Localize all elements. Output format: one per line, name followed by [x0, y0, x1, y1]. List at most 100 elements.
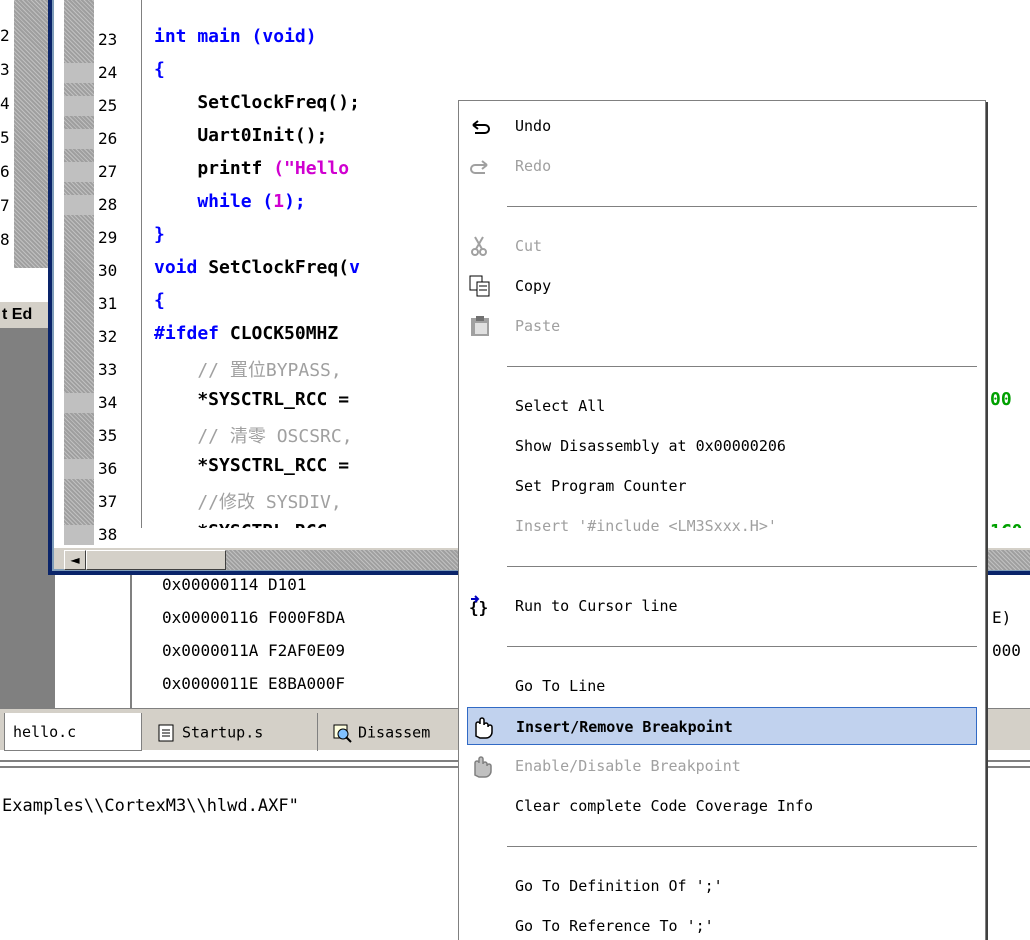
menu-item-clear-complete-code-coverage-info[interactable]: Clear complete Code Coverage Info — [467, 787, 977, 825]
background-line-number: 3 — [0, 60, 10, 79]
code-line[interactable]: while (1); — [154, 191, 305, 212]
code-token: void — [154, 257, 209, 278]
code-line[interactable]: *SYSCTRL RCC = — [154, 521, 360, 528]
background-window-tab[interactable]: t Ed — [0, 300, 55, 328]
menu-item-insert-remove-breakpoint[interactable]: Insert/Remove Breakpoint — [467, 707, 977, 745]
scroll-thumb[interactable] — [86, 550, 226, 570]
code-token: *SYSCTRL_RCC = — [154, 455, 360, 476]
code-line[interactable]: *SYSCTRL_RCC = — [154, 455, 360, 476]
code-line[interactable]: printf ("Hello — [154, 158, 360, 179]
menu-item-label: Clear complete Code Coverage Info — [515, 797, 814, 815]
disassembly-address: 0x0000011A — [162, 641, 259, 660]
code-line[interactable]: } — [154, 224, 165, 245]
code-line[interactable]: #ifdef CLOCK50MHZ — [154, 323, 338, 344]
code-line[interactable]: //修改 SYSDIV, — [154, 488, 353, 514]
menu-item-show-disassembly-at-0x00000206[interactable]: Show Disassembly at 0x00000206 — [467, 427, 977, 465]
menu-item-copy[interactable]: Copy — [467, 267, 977, 305]
background-window-border — [0, 268, 48, 302]
disassembly-line[interactable]: 0x00000114 D101 — [162, 575, 307, 594]
menu-item-label: Copy — [515, 277, 552, 295]
menu-item-undo[interactable]: Undo — [467, 107, 977, 145]
background-line-number: 8 — [0, 230, 10, 249]
arrow-left-icon: ◄ — [70, 553, 80, 567]
code-token: ( — [251, 26, 263, 47]
menu-item-label: Go To Line — [515, 677, 606, 695]
code-token: SetClockFreq(); — [154, 92, 360, 113]
menu-item-select-all[interactable]: Select All — [467, 387, 977, 425]
line-number: 30 — [98, 261, 118, 280]
code-line[interactable]: int main (void) — [154, 26, 317, 47]
disassembly-line[interactable]: 0x00000116 F000F8DA — [162, 608, 345, 627]
background-gutter — [14, 0, 48, 268]
coverage-marker — [64, 393, 94, 413]
menu-item-label: Run to Cursor line — [515, 597, 678, 615]
disassembly-address: 0x0000011E — [162, 674, 259, 693]
code-fragment: 1C0 — [990, 521, 1023, 528]
code-token: Uart0Init(); — [154, 125, 328, 146]
code-token: ("Hello — [273, 158, 360, 179]
code-token: #ifdef — [154, 323, 230, 344]
hand-icon — [468, 714, 494, 740]
menu-item-label: Show Disassembly at 0x00000206 — [515, 437, 786, 455]
line-number: 27 — [98, 162, 118, 181]
clipboard-icon — [467, 313, 493, 339]
code-token: //修改 SYSDIV, — [154, 492, 353, 513]
menu-item-label: Redo — [515, 157, 552, 175]
coverage-marker — [64, 162, 94, 182]
disassembly-address: 0x00000116 — [162, 608, 259, 627]
breakpoint-gutter[interactable] — [64, 0, 94, 545]
menu-item-run-to-cursor-line[interactable]: {} Run to Cursor line — [467, 587, 977, 625]
code-line[interactable]: { — [154, 59, 165, 80]
menu-separator — [507, 206, 977, 208]
redo-icon — [467, 153, 493, 179]
menu-item-label: Go To Definition Of ';' — [515, 877, 723, 895]
disassembly-opcode: F000F8DA — [267, 608, 346, 627]
menu-item-go-to-reference-to[interactable]: Go To Reference To ';' — [467, 907, 977, 940]
code-line[interactable]: SetClockFreq(); — [154, 92, 360, 113]
menu-item-label: Insert/Remove Breakpoint — [516, 718, 733, 736]
context-menu: Undo Redo Cut Copy Paste Select All Show Disas… — [458, 100, 986, 940]
line-number: 28 — [98, 195, 118, 214]
menu-item-go-to-line[interactable]: Go To Line — [467, 667, 977, 705]
disassembly-line[interactable]: 0x0000011E E8BA000F — [162, 674, 345, 693]
menu-item-cut[interactable]: Cut — [467, 227, 977, 265]
tab-startup-s[interactable]: Startup.s — [148, 713, 318, 751]
code-line[interactable]: // 置位BYPASS, — [154, 356, 353, 382]
disassembly-line[interactable]: 0x0000011A F2AF0E09 — [162, 641, 345, 660]
menu-item-paste[interactable]: Paste — [467, 307, 977, 345]
code-token: ) — [305, 26, 317, 47]
tab-disassembly[interactable]: Disassem — [324, 713, 464, 751]
coverage-marker — [64, 525, 94, 545]
copy-icon — [467, 273, 493, 299]
line-number: 26 — [98, 129, 118, 148]
scroll-left-button[interactable]: ◄ — [64, 550, 86, 570]
code-line[interactable]: { — [154, 290, 165, 311]
scissors-icon — [467, 233, 493, 259]
menu-item-enable-disable-breakpoint[interactable]: Enable/Disable Breakpoint — [467, 747, 977, 785]
tab-label: hello.c — [13, 723, 77, 741]
menu-item-go-to-definition-of[interactable]: Go To Definition Of ';' — [467, 867, 977, 905]
line-number: 31 — [98, 294, 118, 313]
line-number: 29 — [98, 228, 118, 247]
menu-item-label: Set Program Counter — [515, 477, 687, 495]
line-number: 38 — [98, 525, 118, 544]
undo-icon — [467, 113, 493, 139]
code-token: SetClockFreq( — [208, 257, 350, 278]
code-line[interactable]: void SetClockFreq(v — [154, 257, 360, 278]
tab-hello-c[interactable]: hello.c — [4, 713, 142, 751]
line-number: 32 — [98, 327, 118, 346]
menu-separator — [507, 566, 977, 568]
code-line[interactable]: *SYSCTRL_RCC = — [154, 389, 360, 410]
menu-item-redo[interactable]: Redo — [467, 147, 977, 185]
code-token: { — [154, 290, 165, 311]
menu-separator — [507, 846, 977, 848]
line-number: 36 — [98, 459, 118, 478]
code-line[interactable]: // 清零 OSCSRC, — [154, 422, 352, 448]
menu-item-set-program-counter[interactable]: Set Program Counter — [467, 467, 977, 505]
menu-item-insert-include-lm3sxxx-h[interactable]: Insert '#include <LM3Sxxx.H>' — [467, 507, 977, 545]
code-line[interactable]: Uart0Init(); — [154, 125, 327, 146]
disassembly-fragment: E) — [992, 608, 1012, 627]
line-number: 37 — [98, 492, 118, 511]
disassembly-address: 0x00000114 — [162, 575, 259, 594]
disassembly-opcode: E8BA000F — [267, 674, 346, 693]
